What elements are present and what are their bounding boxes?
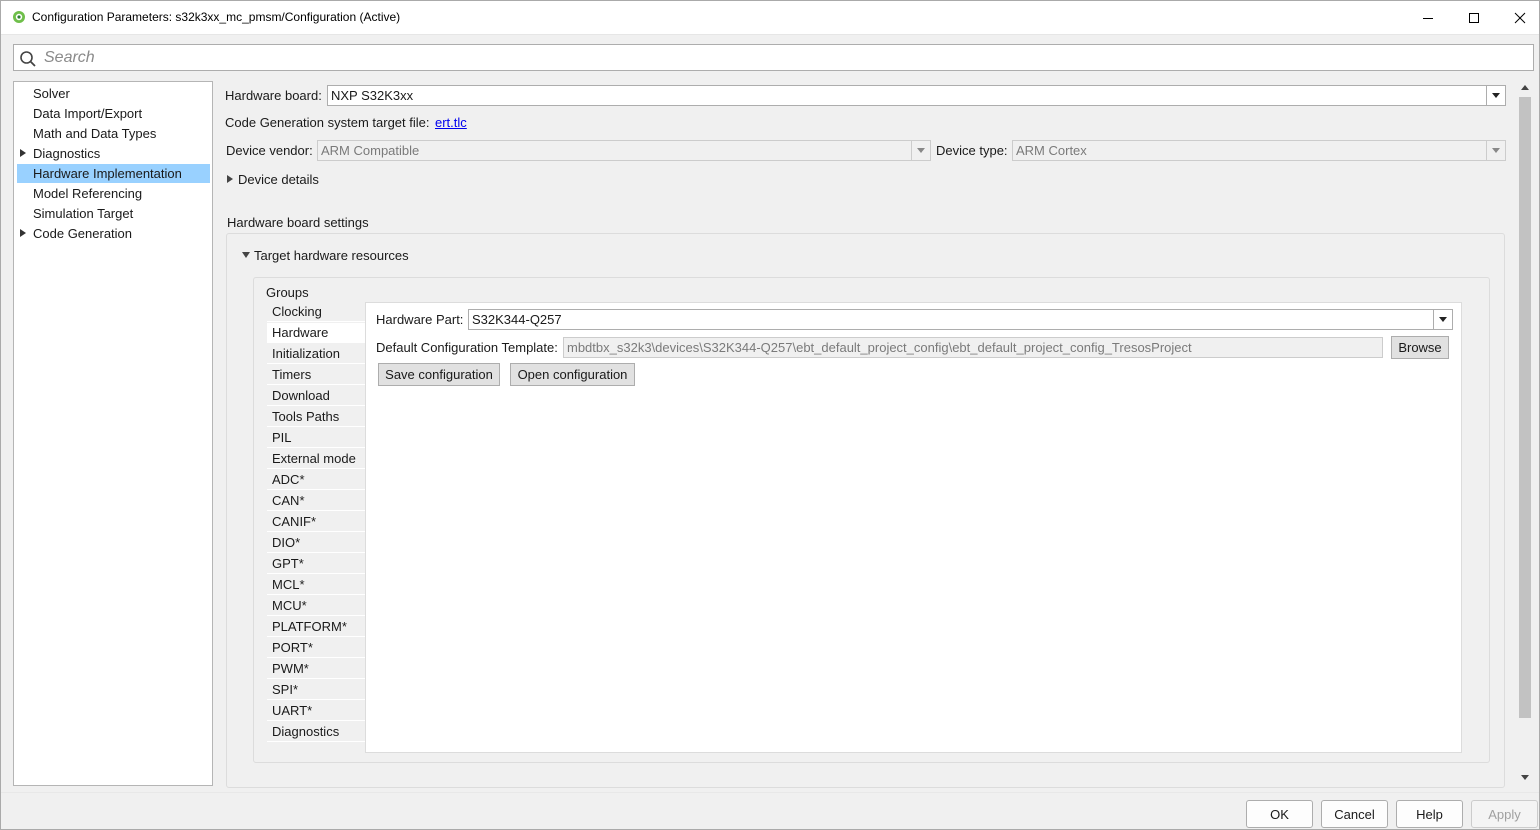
sidebar-item-diagnostics[interactable]: Diagnostics	[17, 144, 210, 163]
group-item-external-mode[interactable]: External mode	[267, 449, 365, 469]
groups-label: Groups	[266, 285, 309, 300]
chevron-down-icon	[1492, 148, 1500, 153]
sidebar-item-model-referencing[interactable]: Model Referencing	[17, 184, 210, 203]
chevron-down-icon	[1492, 93, 1500, 98]
sidebar-item-label: Hardware Implementation	[33, 166, 182, 181]
default-template-label: Default Configuration Template:	[376, 340, 558, 355]
search-icon	[20, 51, 36, 67]
ok-button[interactable]: OK	[1246, 800, 1313, 828]
close-button[interactable]	[1497, 1, 1540, 34]
group-item-uart[interactable]: UART*	[267, 701, 365, 721]
browse-button[interactable]: Browse	[1391, 336, 1449, 359]
window-title: Configuration Parameters: s32k3xx_mc_pms…	[32, 10, 401, 24]
device-type-value: ARM Cortex	[1016, 143, 1087, 158]
vertical-scrollbar[interactable]	[1517, 81, 1534, 786]
hardware-board-value: NXP S32K3xx	[331, 88, 414, 103]
expand-arrow-icon[interactable]	[227, 175, 233, 183]
expand-arrow-icon[interactable]	[20, 149, 26, 157]
sidebar-item-label: Code Generation	[33, 226, 133, 241]
group-item-gpt[interactable]: GPT*	[267, 554, 365, 574]
settings-pane: Hardware board: NXP S32K3xx Code Generat…	[221, 81, 1517, 788]
group-item-tools-paths[interactable]: Tools Paths	[267, 407, 365, 427]
chevron-down-icon	[917, 148, 925, 153]
collapse-arrow-icon[interactable]	[242, 252, 250, 258]
group-item-adc[interactable]: ADC*	[267, 470, 365, 490]
group-item-timers[interactable]: Timers	[267, 365, 365, 385]
board-settings-heading: Hardware board settings	[227, 215, 369, 230]
group-item-can[interactable]: CAN*	[267, 491, 365, 511]
open-configuration-button[interactable]: Open configuration	[510, 363, 635, 386]
sidebar-item-math-data-types[interactable]: Math and Data Types	[17, 124, 210, 143]
category-tree: Solver Data Import/Export Math and Data …	[13, 81, 213, 786]
device-vendor-label: Device vendor:	[226, 143, 313, 158]
config-dialog: Configuration Parameters: s32k3xx_mc_pms…	[0, 0, 1540, 830]
expand-arrow-icon[interactable]	[20, 229, 26, 237]
minimize-button[interactable]	[1405, 1, 1451, 34]
hardware-part-dropdown[interactable]: S32K344-Q257	[468, 309, 1453, 330]
group-item-mcl[interactable]: MCL*	[267, 575, 365, 595]
sidebar-item-code-generation[interactable]: Code Generation	[17, 224, 210, 243]
maximize-button[interactable]	[1451, 1, 1497, 34]
dropdown-button[interactable]	[1486, 86, 1505, 105]
hardware-board-dropdown[interactable]: NXP S32K3xx	[327, 85, 1506, 106]
dropdown-button	[911, 141, 930, 160]
close-icon	[1514, 12, 1526, 23]
group-item-download[interactable]: Download	[267, 386, 365, 406]
help-button[interactable]: Help	[1396, 800, 1463, 828]
sidebar-item-solver[interactable]: Solver	[17, 84, 210, 103]
sidebar-item-label: Data Import/Export	[33, 106, 143, 121]
codegen-target-label: Code Generation system target file:	[225, 115, 430, 130]
search-box[interactable]	[13, 44, 1534, 71]
target-file-link[interactable]: ert.tlc	[435, 115, 467, 130]
cancel-button[interactable]: Cancel	[1321, 800, 1388, 828]
scroll-up-icon[interactable]	[1521, 85, 1529, 90]
sidebar-item-label: Model Referencing	[33, 186, 143, 201]
maximize-icon	[1469, 12, 1479, 23]
sidebar-item-hardware-implementation[interactable]: Hardware Implementation	[17, 164, 210, 183]
default-template-field: mbdtbx_s32k3\devices\S32K344-Q257\ebt_de…	[563, 337, 1383, 358]
sidebar-item-data-import-export[interactable]: Data Import/Export	[17, 104, 210, 123]
sidebar-item-label: Diagnostics	[33, 146, 101, 161]
group-item-diagnostics[interactable]: Diagnostics	[267, 722, 365, 742]
group-item-dio[interactable]: DIO*	[267, 533, 365, 553]
group-item-hardware[interactable]: Hardware	[267, 323, 365, 343]
default-template-value: mbdtbx_s32k3\devices\S32K344-Q257\ebt_de…	[567, 340, 1192, 355]
hardware-board-label: Hardware board:	[225, 88, 322, 103]
hardware-part-label: Hardware Part:	[376, 312, 464, 327]
group-item-initialization[interactable]: Initialization	[267, 344, 365, 364]
sidebar-item-simulation-target[interactable]: Simulation Target	[17, 204, 210, 223]
group-item-spi[interactable]: SPI*	[267, 680, 365, 700]
sidebar-item-label: Simulation Target	[33, 206, 134, 221]
device-type-label: Device type:	[936, 143, 1008, 158]
dropdown-button[interactable]	[1433, 310, 1452, 329]
group-item-platform[interactable]: PLATFORM*	[267, 617, 365, 637]
minimize-icon	[1423, 17, 1433, 19]
device-type-dropdown: ARM Cortex	[1012, 140, 1506, 161]
chevron-down-icon	[1439, 317, 1447, 322]
group-item-pil[interactable]: PIL	[267, 428, 365, 448]
scroll-down-icon[interactable]	[1521, 775, 1529, 780]
target-resources-toggle[interactable]: Target hardware resources	[254, 248, 409, 263]
group-item-pwm[interactable]: PWM*	[267, 659, 365, 679]
hardware-part-value: S32K344-Q257	[472, 312, 562, 327]
group-item-mcu[interactable]: MCU*	[267, 596, 365, 616]
save-configuration-button[interactable]: Save configuration	[378, 363, 500, 386]
device-details-toggle[interactable]: Device details	[238, 172, 319, 187]
search-input[interactable]	[42, 47, 1522, 68]
device-vendor-value: ARM Compatible	[321, 143, 420, 158]
footer-divider	[1, 792, 1539, 793]
apply-button[interactable]: Apply	[1471, 800, 1538, 828]
scrollbar-thumb[interactable]	[1519, 97, 1531, 718]
title-bar[interactable]: Configuration Parameters: s32k3xx_mc_pms…	[1, 1, 1539, 34]
dropdown-button	[1486, 141, 1505, 160]
sidebar-item-label: Solver	[33, 86, 70, 101]
sidebar-item-label: Math and Data Types	[33, 126, 157, 141]
title-divider	[1, 34, 1539, 35]
device-vendor-dropdown: ARM Compatible	[317, 140, 931, 161]
group-item-port[interactable]: PORT*	[267, 638, 365, 658]
app-icon	[13, 11, 25, 23]
group-item-canif[interactable]: CANIF*	[267, 512, 365, 532]
group-item-clocking[interactable]: Clocking	[267, 302, 365, 322]
